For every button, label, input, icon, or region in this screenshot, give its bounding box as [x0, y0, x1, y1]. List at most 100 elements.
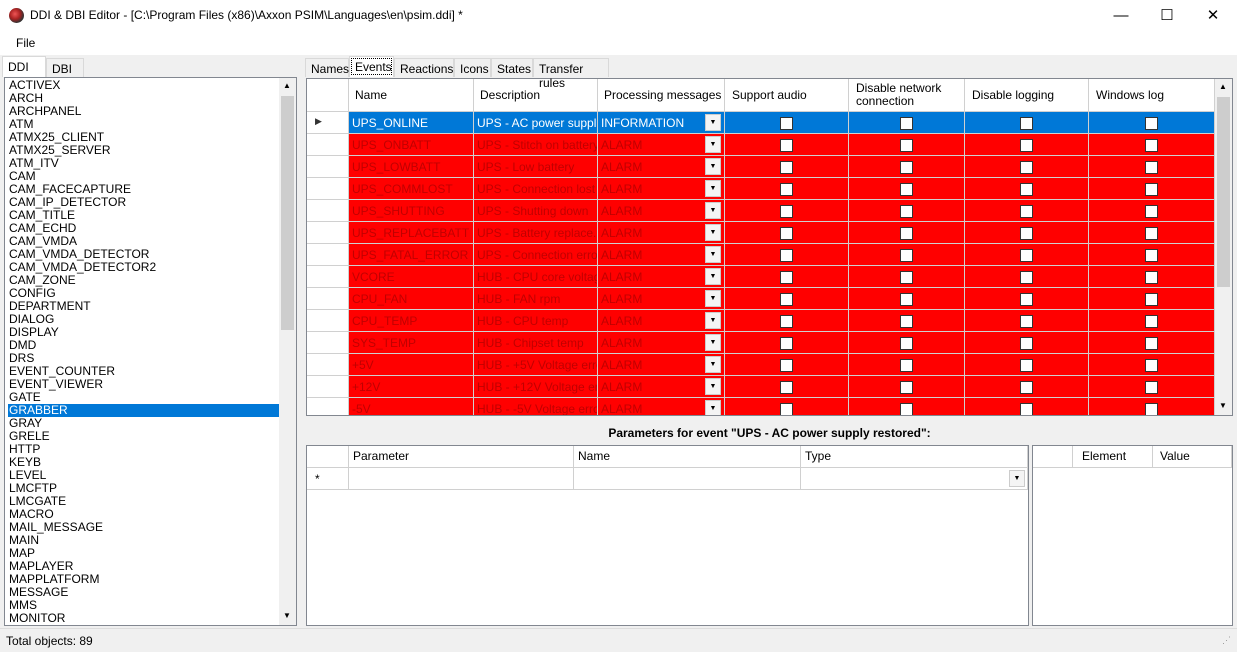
event-description[interactable]: HUB - Chipset temp [474, 332, 598, 354]
checkbox[interactable] [780, 403, 793, 415]
row-header[interactable] [307, 266, 349, 288]
checkbox[interactable] [780, 161, 793, 174]
chevron-down-icon[interactable]: ▼ [705, 158, 721, 175]
row-header[interactable] [307, 222, 349, 244]
checkbox[interactable] [1020, 403, 1033, 415]
row-header[interactable] [307, 354, 349, 376]
checkbox[interactable] [1145, 117, 1158, 130]
row-header[interactable] [307, 376, 349, 398]
checkbox[interactable] [900, 227, 913, 240]
list-item[interactable]: HTTP [8, 443, 279, 456]
checkbox[interactable] [1145, 227, 1158, 240]
column-name[interactable]: Name [349, 79, 474, 112]
event-description[interactable]: UPS - AC power suppl... [474, 112, 598, 134]
checkbox[interactable] [780, 337, 793, 350]
event-description[interactable]: HUB - CPU core voltage [474, 266, 598, 288]
elements-grid[interactable]: Element Value [1032, 445, 1233, 626]
checkbox[interactable] [780, 271, 793, 284]
row-header[interactable] [307, 178, 349, 200]
checkbox[interactable] [900, 359, 913, 372]
list-item[interactable]: GRELE [8, 430, 279, 443]
chevron-down-icon[interactable]: ▼ [705, 114, 721, 131]
checkbox[interactable] [1020, 183, 1033, 196]
checkbox[interactable] [1145, 271, 1158, 284]
maximize-button[interactable]: ☐ [1144, 0, 1190, 31]
event-description[interactable]: UPS - Connection lost [474, 178, 598, 200]
checkbox[interactable] [1020, 271, 1033, 284]
row-header[interactable] [307, 310, 349, 332]
parameter-input[interactable] [349, 468, 574, 490]
event-name[interactable]: UPS_ONLINE [349, 112, 474, 134]
checkbox[interactable] [1145, 381, 1158, 394]
checkbox[interactable] [1020, 359, 1033, 372]
row-header[interactable] [307, 332, 349, 354]
column-element[interactable]: Element [1073, 446, 1153, 468]
event-description[interactable]: UPS - Battery replace... [474, 222, 598, 244]
checkbox[interactable] [1145, 293, 1158, 306]
event-description[interactable]: HUB - -5V Voltage error [474, 398, 598, 415]
column-value[interactable]: Value [1153, 446, 1232, 468]
event-description[interactable]: UPS - Shutting down [474, 200, 598, 222]
event-description[interactable]: HUB - +12V Voltage er... [474, 376, 598, 398]
list-item[interactable]: DMD [8, 339, 279, 352]
resize-grip-icon[interactable]: ⋰ [1222, 635, 1231, 646]
tab-states[interactable]: States [491, 58, 533, 77]
column-description[interactable]: Description [474, 79, 598, 112]
event-name[interactable]: UPS_LOWBATT [349, 156, 474, 178]
event-name[interactable]: UPS_ONBATT [349, 134, 474, 156]
name-input[interactable] [574, 468, 801, 490]
list-item[interactable]: EVENT_VIEWER [8, 378, 279, 391]
checkbox[interactable] [900, 161, 913, 174]
column-windows-log[interactable]: Windows log [1089, 79, 1215, 112]
event-name[interactable]: -5V [349, 398, 474, 415]
column-support-audio[interactable]: Support audio [725, 79, 849, 112]
event-name[interactable]: UPS_FATAL_ERROR [349, 244, 474, 266]
checkbox[interactable] [900, 205, 913, 218]
chevron-down-icon[interactable]: ▼ [705, 180, 721, 197]
checkbox[interactable] [900, 271, 913, 284]
event-name[interactable]: UPS_COMMLOST [349, 178, 474, 200]
checkbox[interactable] [1145, 139, 1158, 152]
event-name[interactable]: VCORE [349, 266, 474, 288]
checkbox[interactable] [780, 249, 793, 262]
column-disable-network-connection[interactable]: Disable network connection [849, 79, 965, 112]
chevron-down-icon[interactable]: ▼ [705, 312, 721, 329]
event-description[interactable]: UPS - Low battery [474, 156, 598, 178]
row-header[interactable] [307, 200, 349, 222]
parameters-grid[interactable]: Parameter Name Type * ▼ [306, 445, 1029, 626]
checkbox[interactable] [900, 315, 913, 328]
checkbox[interactable] [1145, 403, 1158, 415]
event-name[interactable]: CPU_FAN [349, 288, 474, 310]
list-item[interactable]: ARCHPANEL [8, 105, 279, 118]
checkbox[interactable] [1020, 249, 1033, 262]
event-name[interactable]: CPU_TEMP [349, 310, 474, 332]
checkbox[interactable] [1020, 337, 1033, 350]
checkbox[interactable] [1020, 117, 1033, 130]
event-name[interactable]: +5V [349, 354, 474, 376]
event-description[interactable]: UPS - Connection error [474, 244, 598, 266]
scroll-down-icon[interactable]: ▼ [283, 611, 291, 620]
list-item[interactable]: GRABBER [8, 404, 279, 417]
event-description[interactable]: UPS - Stitch on battery... [474, 134, 598, 156]
minimize-button[interactable]: — [1098, 0, 1144, 31]
chevron-down-icon[interactable]: ▼ [705, 136, 721, 153]
checkbox[interactable] [900, 337, 913, 350]
row-header[interactable] [307, 244, 349, 266]
checkbox[interactable] [780, 227, 793, 240]
list-item[interactable]: ACTIVEX [8, 79, 279, 92]
row-header[interactable] [307, 288, 349, 310]
list-item[interactable]: MAIN [8, 534, 279, 547]
checkbox[interactable] [1020, 205, 1033, 218]
checkbox[interactable] [900, 293, 913, 306]
scroll-thumb[interactable] [281, 96, 294, 330]
scroll-thumb[interactable] [1217, 97, 1230, 287]
chevron-down-icon[interactable]: ▼ [1009, 470, 1025, 487]
scroll-up-icon[interactable]: ▲ [1219, 82, 1227, 91]
list-item[interactable]: DISPLAY [8, 326, 279, 339]
column-processing-messages[interactable]: Processing messages [598, 79, 725, 112]
chevron-down-icon[interactable]: ▼ [705, 334, 721, 351]
scroll-up-icon[interactable]: ▲ [283, 81, 291, 90]
chevron-down-icon[interactable]: ▼ [705, 400, 721, 415]
checkbox[interactable] [900, 403, 913, 415]
chevron-down-icon[interactable]: ▼ [705, 290, 721, 307]
